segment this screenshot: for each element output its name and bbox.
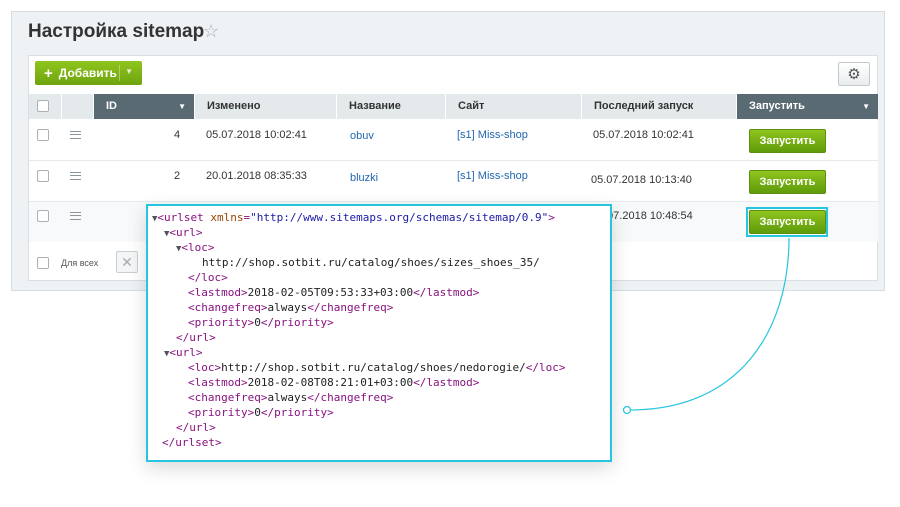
xml-line-lastmod: <lastmod>2018-02-08T08:21:01+03:00</last… [188, 376, 480, 389]
xml-line-url-open: ▼<url> [164, 346, 203, 359]
xml-line-loc: <loc>http://shop.sotbit.ru/catalog/shoes… [188, 361, 566, 374]
xml-line-changefreq: <changefreq>always</changefreq> [188, 391, 394, 404]
xml-line-loc-value: http://shop.sotbit.ru/catalog/shoes/size… [202, 256, 540, 269]
xml-line-urlset-close: </urlset> [162, 436, 222, 449]
xml-line-url-open: ▼<url> [164, 226, 203, 239]
xml-line-loc-close: </loc> [188, 271, 228, 284]
xml-line-urlset-open: ▼<urlset xmlns="http://www.sitemaps.org/… [152, 211, 555, 224]
xml-line-loc-open: ▼<loc> [176, 241, 215, 254]
xml-line-changefreq: <changefreq>always</changefreq> [188, 301, 394, 314]
xml-preview: ▼<urlset xmlns="http://www.sitemaps.org/… [146, 204, 612, 462]
xml-line-url-close: </url> [176, 331, 216, 344]
xml-line-priority: <priority>0</priority> [188, 406, 334, 419]
xml-line-priority: <priority>0</priority> [188, 316, 334, 329]
xml-line-url-close: </url> [176, 421, 216, 434]
xml-line-lastmod: <lastmod>2018-02-05T09:53:33+03:00</last… [188, 286, 480, 299]
